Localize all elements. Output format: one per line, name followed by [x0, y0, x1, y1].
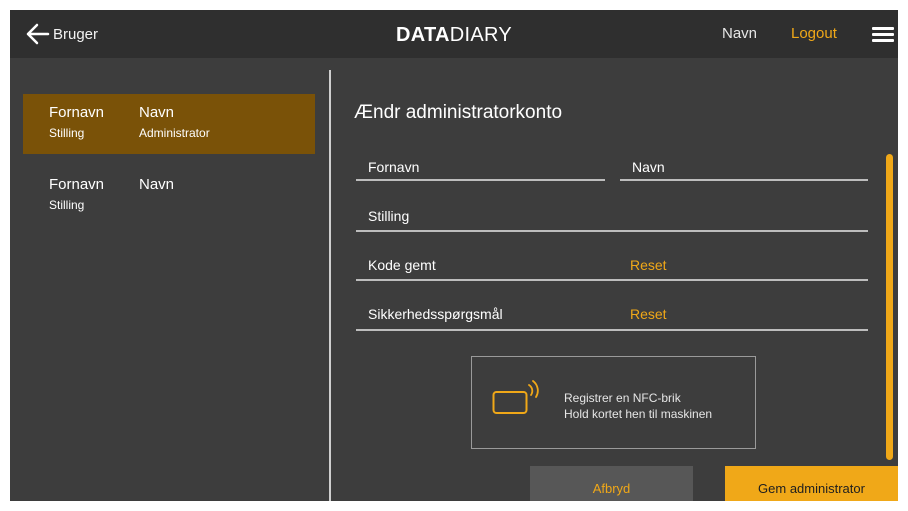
- nfc-register-panel[interactable]: Registrer en NFC-brik Hold kortet hen ti…: [471, 356, 756, 449]
- app-frame: Bruger DATADIARY Navn Logout Fornavn Nav…: [10, 10, 898, 501]
- password-label: Kode gemt: [368, 257, 436, 273]
- user-first-name: Fornavn: [49, 104, 105, 121]
- security-question-field: Sikkerhedsspørgsmål: [356, 305, 868, 331]
- field-underline: [356, 279, 868, 281]
- nfc-instruction-text: Hold kortet hen til maskinen: [564, 407, 713, 421]
- password-reset-link[interactable]: Reset: [630, 256, 667, 274]
- user-list-item[interactable]: Fornavn Navn Stilling: [23, 166, 315, 226]
- app-logo: DATADIARY: [10, 24, 898, 46]
- position-label: Stilling: [368, 208, 410, 224]
- current-user-name: Navn: [722, 25, 758, 42]
- field-underline: [356, 230, 868, 232]
- logo-light-text: DIARY: [449, 24, 513, 46]
- field-underline: [356, 179, 605, 181]
- scrollbar[interactable]: [886, 154, 893, 460]
- panel-divider: [329, 70, 331, 501]
- field-underline: [356, 329, 868, 331]
- user-role: Administrator: [139, 126, 210, 140]
- save-administrator-button[interactable]: Gem administrator: [725, 466, 898, 501]
- field-underline: [620, 179, 868, 181]
- user-last-name: Navn: [139, 176, 175, 193]
- security-question-reset-link[interactable]: Reset: [630, 305, 667, 323]
- logout-link[interactable]: Logout: [791, 10, 837, 58]
- user-list-item[interactable]: Fornavn Navn Stilling Administrator: [23, 94, 315, 154]
- form-title: Ændr administratorkonto: [354, 102, 563, 123]
- last-name-label: Navn: [632, 159, 665, 175]
- user-position: Stilling: [49, 126, 85, 140]
- password-field: Kode gemt: [356, 256, 868, 281]
- hamburger-menu-icon[interactable]: [872, 27, 894, 43]
- nfc-instruction-title: Registrer en NFC-brik: [564, 391, 681, 405]
- user-last-name: Navn: [139, 104, 175, 121]
- security-question-label: Sikkerhedsspørgsmål: [368, 306, 503, 322]
- nfc-card-icon: [492, 379, 548, 420]
- user-first-name: Fornavn: [49, 176, 105, 193]
- first-name-label: Fornavn: [368, 159, 420, 175]
- top-bar: Bruger DATADIARY Navn Logout: [10, 10, 898, 58]
- user-position: Stilling: [49, 198, 85, 212]
- cancel-button[interactable]: Afbryd: [530, 466, 693, 501]
- first-name-field[interactable]: Fornavn: [356, 158, 605, 181]
- position-field[interactable]: Stilling: [356, 207, 868, 232]
- user-list: Fornavn Navn Stilling Administrator Forn…: [10, 58, 329, 501]
- logo-bold-text: DATA: [395, 24, 450, 46]
- last-name-field[interactable]: Navn: [620, 158, 868, 181]
